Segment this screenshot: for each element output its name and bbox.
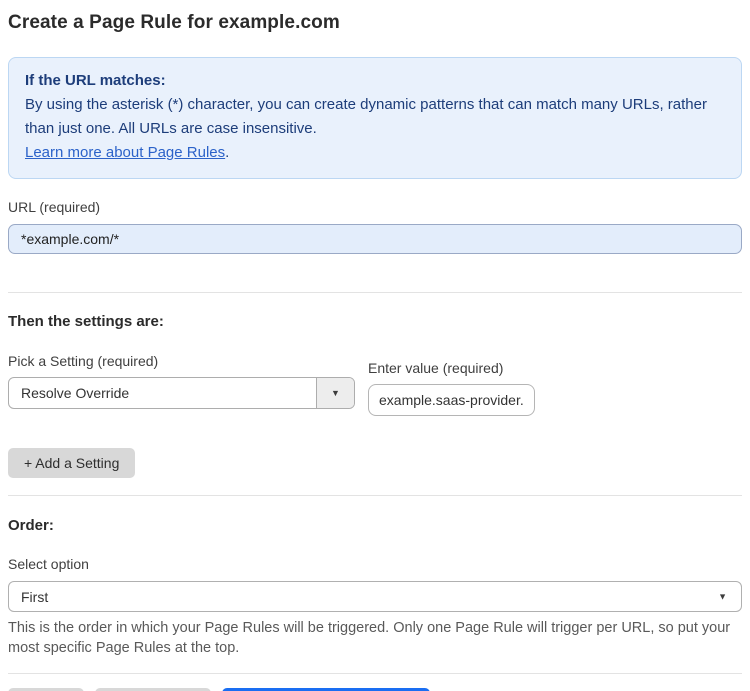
link-suffix: . — [225, 144, 230, 161]
order-section-heading: Order: — [8, 517, 54, 534]
learn-more-link[interactable]: Learn more about Page Rules — [25, 144, 225, 161]
order-help-text: This is the order in which your Page Rul… — [8, 620, 731, 656]
setting-value-label: Enter value (required) — [368, 360, 504, 376]
setting-value-column: Enter value (required) — [368, 340, 535, 416]
setting-value-input[interactable] — [368, 384, 535, 416]
page-title: Create a Page Rule for example.com — [8, 12, 340, 33]
divider — [8, 292, 742, 293]
setting-select-value: Resolve Override — [21, 385, 130, 401]
settings-section-heading: Then the settings are: — [8, 313, 164, 330]
url-match-info-box: If the URL matches: By using the asteris… — [8, 57, 742, 179]
setting-picker-label: Pick a Setting (required) — [8, 353, 159, 369]
setting-select-arrow-button[interactable]: ▼ — [316, 378, 354, 408]
order-select-value: First — [21, 588, 49, 605]
order-select[interactable]: First ▼ — [8, 581, 742, 612]
order-select-label: Select option — [8, 556, 89, 572]
divider — [8, 495, 742, 496]
chevron-down-icon: ▼ — [718, 591, 727, 601]
url-field-label: URL (required) — [8, 199, 101, 215]
setting-select[interactable]: Resolve Override ▼ — [8, 377, 355, 409]
info-box-body: By using the asterisk (*) character, you… — [25, 96, 707, 137]
settings-row: Pick a Setting (required) Resolve Overri… — [8, 333, 742, 416]
chevron-down-icon: ▼ — [331, 387, 340, 398]
info-box-heading: If the URL matches: — [25, 72, 166, 89]
url-input[interactable] — [8, 224, 742, 254]
add-setting-button[interactable]: + Add a Setting — [8, 448, 136, 478]
setting-picker-column: Pick a Setting (required) Resolve Overri… — [8, 333, 355, 409]
divider — [8, 673, 742, 674]
info-box-link-line: Learn more about Page Rules. — [25, 141, 725, 165]
page-rule-form: Create a Page Rule for example.com If th… — [0, 12, 750, 691]
